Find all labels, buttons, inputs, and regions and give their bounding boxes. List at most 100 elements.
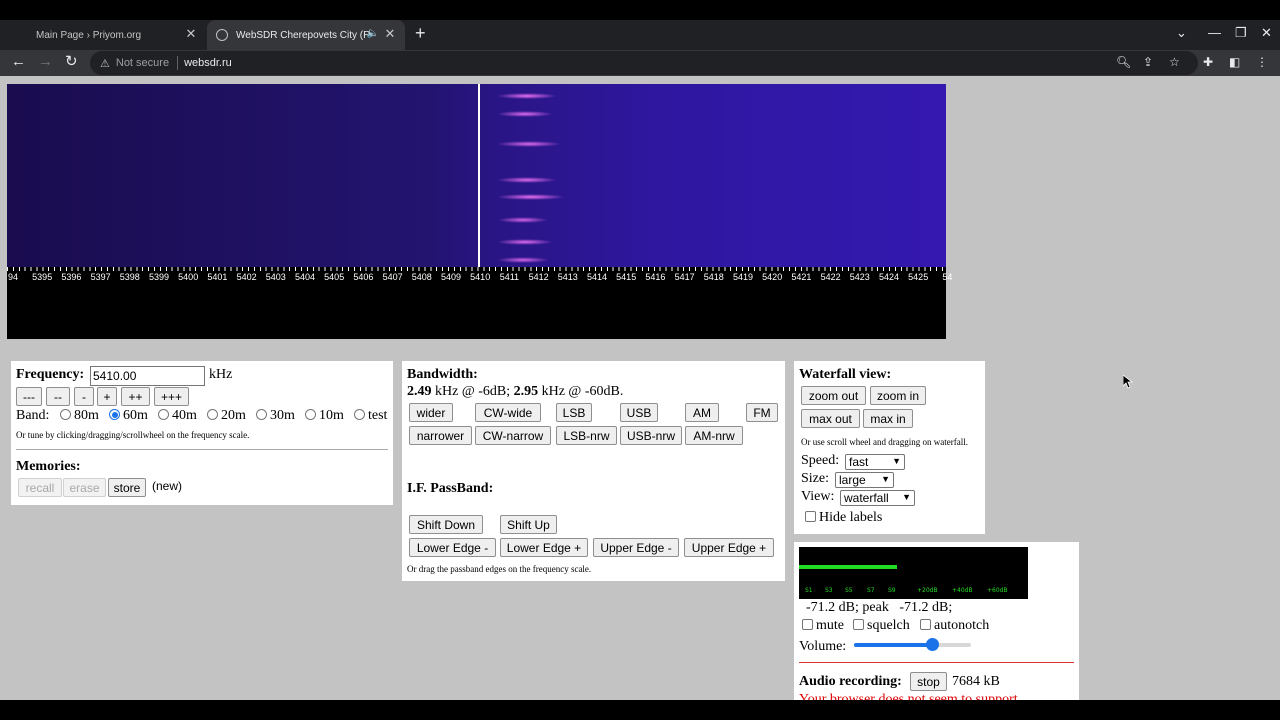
cw-wide-button[interactable]: CW-wide (475, 403, 541, 422)
max-out-button[interactable]: max out (801, 409, 860, 428)
zoom-in-button[interactable]: zoom in (870, 386, 926, 405)
scale-label: 5405 (324, 272, 345, 282)
extensions-icon[interactable]: ✚ (1203, 55, 1213, 69)
band-10m-radio[interactable] (305, 409, 316, 420)
zoom-out-button[interactable]: zoom out (801, 386, 866, 405)
hide-labels-label: Hide labels (819, 510, 883, 525)
stop-recording-button[interactable]: stop (910, 672, 947, 691)
scale-label: 5425 (908, 272, 929, 282)
star-icon[interactable]: ☆ (1169, 55, 1180, 69)
scale-label: 5415 (616, 272, 637, 282)
fm-button[interactable]: FM (746, 403, 778, 422)
lower-edge-plus-button[interactable]: Lower Edge + (500, 538, 588, 557)
recall-button[interactable]: recall (18, 478, 62, 497)
shift-down-button[interactable]: Shift Down (409, 515, 483, 534)
usb-button[interactable]: USB (620, 403, 658, 422)
menu-icon[interactable]: ⋮ (1256, 55, 1268, 69)
security-label[interactable]: Not secure (116, 57, 169, 69)
squelch-label: squelch (867, 618, 910, 633)
speed-select[interactable]: fast ▼ (845, 454, 905, 470)
bandwidth-60db-text: kHz @ -60dB. (538, 384, 624, 399)
restore-icon[interactable]: ❐ (1235, 25, 1247, 41)
usb-nrw-button[interactable]: USB-nrw (620, 426, 682, 445)
lsb-button[interactable]: LSB (556, 403, 592, 422)
squelch-checkbox[interactable] (853, 619, 864, 630)
narrower-button[interactable]: narrower (409, 426, 472, 445)
scale-label: 5406 (353, 272, 374, 282)
waterfall-image[interactable] (7, 84, 946, 267)
tab-priyom[interactable]: Main Page › Priyom.org ✕ (0, 20, 206, 50)
frequency-label: Frequency: (16, 367, 85, 382)
side-panel-icon[interactable]: ◧ (1229, 55, 1240, 69)
band-20m-radio[interactable] (207, 409, 218, 420)
smeter-label: +60dB (987, 587, 1008, 594)
wider-button[interactable]: wider (409, 403, 453, 422)
band-40m-radio[interactable] (158, 409, 169, 420)
scale-label: 5418 (703, 272, 724, 282)
upper-edge-plus-button[interactable]: Upper Edge + (684, 538, 774, 557)
step-down-1-button[interactable]: - (74, 387, 94, 406)
step-up-3-button[interactable]: +++ (154, 387, 189, 406)
tab-search-icon[interactable]: ⌄ (1176, 25, 1187, 41)
erase-button[interactable]: erase (63, 478, 106, 497)
am-nrw-button[interactable]: AM-nrw (685, 426, 743, 445)
omnibox[interactable]: ⚠ Not secure websdr.ru (90, 51, 1198, 75)
mute-checkbox[interactable] (802, 619, 813, 630)
tab-websdr[interactable]: WebSDR Cherepovets City (R 🔈 ✕ (207, 20, 405, 50)
band-test-radio[interactable] (354, 409, 365, 420)
frequency-input[interactable]: 5410.00 (90, 366, 205, 386)
step-down-2-button[interactable]: -- (46, 387, 70, 406)
band-80m-label: 80m (74, 408, 99, 423)
step-down-3-button[interactable]: --- (16, 387, 42, 406)
lsb-nrw-button[interactable]: LSB-nrw (556, 426, 617, 445)
forward-arrow-icon[interactable]: → (38, 53, 53, 71)
band-80m-radio[interactable] (60, 409, 71, 420)
upper-edge-minus-button[interactable]: Upper Edge - (593, 538, 679, 557)
close-icon[interactable]: ✕ (383, 27, 397, 41)
band-60m-radio[interactable] (109, 409, 120, 420)
step-up-1-button[interactable]: + (97, 387, 117, 406)
zoom-icon[interactable]: 🔍︎ (1116, 55, 1131, 69)
browser-warning-text: Your browser does not seem to support (799, 692, 1018, 700)
size-select[interactable]: large ▼ (835, 472, 894, 488)
shift-up-button[interactable]: Shift Up (500, 515, 557, 534)
band-60m-label: 60m (123, 408, 148, 423)
band-30m-radio[interactable] (256, 409, 267, 420)
scale-label: 54 (942, 272, 953, 282)
scale-label: 5396 (61, 272, 82, 282)
close-icon[interactable]: ✕ (184, 27, 198, 41)
warning-icon[interactable]: ⚠ (100, 57, 110, 70)
am-button[interactable]: AM (685, 403, 719, 422)
share-icon[interactable]: ⇪ (1143, 55, 1153, 69)
s-meter-bar (799, 565, 898, 569)
volume-thumb[interactable] (926, 638, 940, 651)
max-in-button[interactable]: max in (863, 409, 913, 428)
scale-label: 5398 (119, 272, 140, 282)
frequency-unit: kHz (209, 367, 233, 382)
volume-slider[interactable] (854, 638, 971, 651)
scale-label: 5402 (236, 272, 257, 282)
cw-narrow-button[interactable]: CW-narrow (475, 426, 551, 445)
hide-labels-checkbox[interactable] (805, 511, 816, 522)
scale-label: 5420 (762, 272, 783, 282)
band-test-label: test (368, 408, 388, 423)
reload-icon[interactable]: ↻ (65, 53, 78, 71)
autonotch-checkbox[interactable] (920, 619, 931, 630)
mute-label: mute (816, 618, 844, 633)
chevron-down-icon: ▼ (881, 474, 890, 484)
store-button[interactable]: store (108, 478, 146, 497)
lower-edge-minus-button[interactable]: Lower Edge - (409, 538, 496, 557)
scale-label: 5408 (411, 272, 432, 282)
step-up-2-button[interactable]: ++ (121, 387, 150, 406)
band-40m-label: 40m (172, 408, 197, 423)
new-tab-button[interactable]: + (415, 24, 426, 42)
url-text[interactable]: websdr.ru (184, 57, 232, 69)
view-select[interactable]: waterfall ▼ (840, 490, 915, 506)
minimize-icon[interactable]: — (1208, 25, 1221, 40)
back-arrow-icon[interactable]: ← (11, 53, 26, 71)
speaker-icon[interactable]: 🔈 (367, 28, 379, 39)
frequency-scale[interactable]: 94 5395 5396 5397 5398 5399 5400 5401 5402 5403 54… (7, 267, 952, 481)
window-close-icon[interactable]: ✕ (1261, 25, 1272, 41)
memories-label: Memories: (16, 459, 81, 474)
waterfall-display[interactable]: 94 5395 5396 5397 5398 5399 5400 5401 5402 5403 54… (7, 84, 952, 481)
